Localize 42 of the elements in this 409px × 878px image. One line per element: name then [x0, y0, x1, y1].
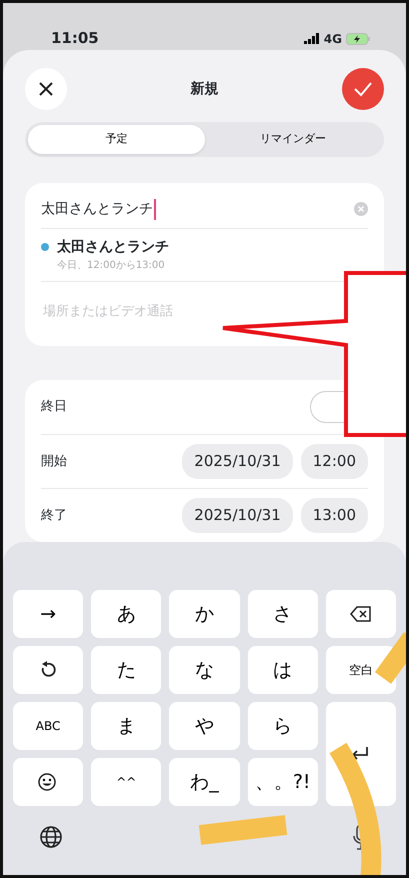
sheet-title: 新規: [190, 80, 218, 98]
keyboard-key[interactable]: か: [169, 590, 240, 638]
segment-tab[interactable]: リマインダー: [204, 125, 381, 154]
keyboard-key[interactable]: ま: [91, 702, 162, 750]
date-picker[interactable]: 2025/10/31: [182, 444, 293, 479]
smiley-key[interactable]: [13, 758, 84, 806]
confirm-button[interactable]: [342, 68, 384, 110]
segment-tab[interactable]: 予定: [28, 125, 204, 154]
keyboard-key[interactable]: た: [91, 646, 162, 694]
backspace-icon: [350, 605, 372, 623]
time-picker[interactable]: 13:00: [300, 498, 368, 533]
checkmark-icon: [353, 81, 373, 97]
close-button[interactable]: [25, 68, 67, 110]
keyboard-key[interactable]: →: [13, 590, 84, 638]
keyboard-key[interactable]: さ: [248, 590, 318, 638]
backspace-key[interactable]: [326, 590, 396, 638]
signal-icon: [304, 33, 320, 44]
battery-icon: [346, 32, 370, 44]
suggestion-title: 太田さんとランチ: [57, 238, 169, 256]
clock-time: 11:05: [51, 28, 99, 49]
keyboard-key[interactable]: は: [248, 646, 318, 694]
time-label: 終了: [41, 506, 67, 525]
keyboard-key[interactable]: や: [169, 702, 240, 750]
keyboard-key[interactable]: 、。?!: [248, 758, 318, 806]
keyboard-key[interactable]: ^^: [91, 758, 162, 806]
close-icon: [38, 81, 54, 97]
keyboard-key[interactable]: ら: [248, 702, 318, 750]
keyboard-key[interactable]: あ: [91, 590, 162, 638]
date-picker[interactable]: 2025/10/31: [182, 498, 293, 533]
keyboard-key[interactable]: ABC: [13, 702, 84, 750]
suggestion-time: 今日、12:00から13:00: [57, 258, 166, 272]
keyboard-key[interactable]: な: [169, 646, 240, 694]
suggestion-item[interactable]: 太田さんとランチ 今日、12:00から13:00: [41, 228, 368, 280]
keyboard-key[interactable]: わ_: [169, 758, 240, 806]
event-title-field[interactable]: 太田さんとランチ: [41, 198, 156, 220]
time-label: 開始: [41, 452, 67, 471]
all-day-label: 終日: [41, 398, 67, 416]
time-picker[interactable]: 12:00: [300, 444, 368, 479]
undo-key[interactable]: [13, 646, 84, 694]
network-label: 4G: [324, 30, 342, 48]
highlight-stroke: [374, 632, 406, 684]
globe-icon[interactable]: [39, 825, 63, 849]
